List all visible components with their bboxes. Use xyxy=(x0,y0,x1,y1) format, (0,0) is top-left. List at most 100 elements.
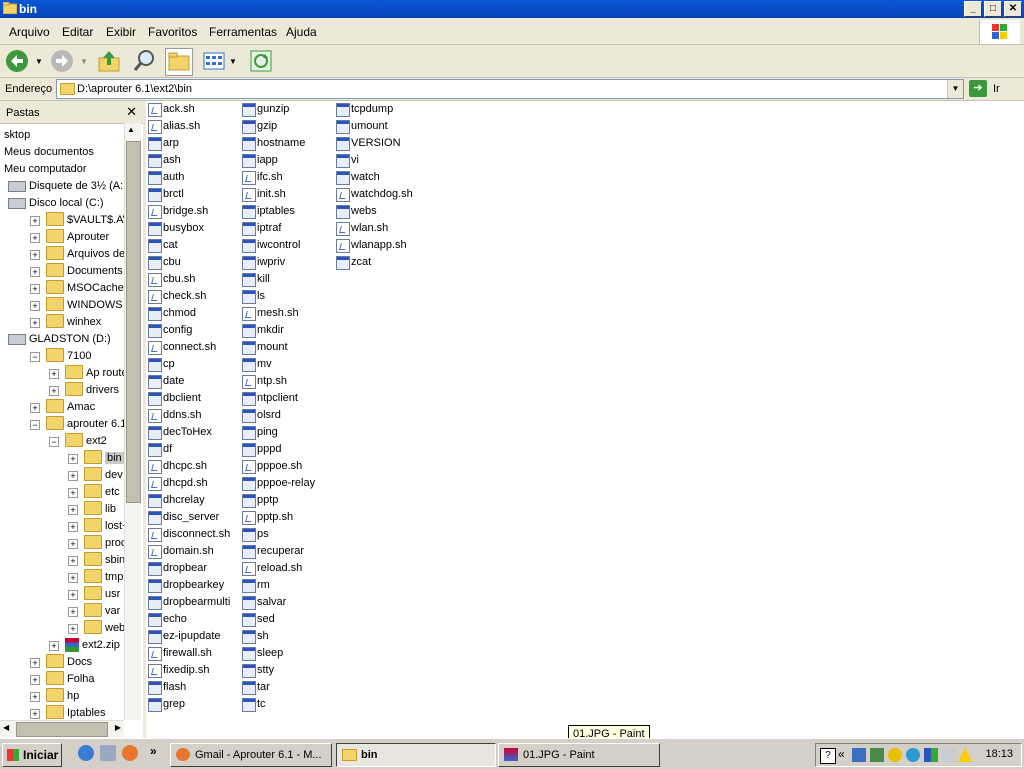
file-item[interactable]: disconnect.sh xyxy=(146,526,230,543)
file-item[interactable]: tcpdump xyxy=(334,101,413,118)
file-item[interactable]: kill xyxy=(240,271,315,288)
expand-icon[interactable]: + xyxy=(68,607,78,617)
scrollbar-thumb[interactable] xyxy=(126,141,141,503)
file-item[interactable]: ntpclient xyxy=(240,390,315,407)
file-item[interactable]: salvar xyxy=(240,594,315,611)
collapse-icon[interactable]: − xyxy=(49,437,59,447)
file-item[interactable]: gunzip xyxy=(240,101,315,118)
file-item[interactable]: dhcrelay xyxy=(146,492,230,509)
file-item[interactable]: umount xyxy=(334,118,413,135)
file-item[interactable]: sleep xyxy=(240,645,315,662)
back-icon[interactable] xyxy=(5,48,31,74)
maximize-button[interactable]: □ xyxy=(984,1,1002,17)
file-item[interactable]: chmod xyxy=(146,305,230,322)
file-item[interactable]: ash xyxy=(146,152,230,169)
expand-icon[interactable]: + xyxy=(30,284,40,294)
forward-dropdown-icon[interactable]: ▼ xyxy=(80,57,88,66)
scroll-right-icon[interactable]: ▶ xyxy=(115,723,121,732)
back-dropdown-icon[interactable]: ▼ xyxy=(35,57,43,66)
file-item[interactable]: ack.sh xyxy=(146,101,230,118)
file-item[interactable]: grep xyxy=(146,696,230,713)
file-item[interactable]: watch xyxy=(334,169,413,186)
file-item[interactable]: pppd xyxy=(240,441,315,458)
file-item[interactable]: sh xyxy=(240,628,315,645)
file-item[interactable]: webs xyxy=(334,203,413,220)
file-item[interactable]: config xyxy=(146,322,230,339)
file-item[interactable]: rm xyxy=(240,577,315,594)
file-item[interactable]: vi xyxy=(334,152,413,169)
go-button[interactable]: ➔ Ir xyxy=(969,80,1019,98)
folders-toggle-icon[interactable] xyxy=(165,48,193,76)
file-item[interactable]: mount xyxy=(240,339,315,356)
file-item[interactable]: stty xyxy=(240,662,315,679)
file-item[interactable]: olsrd xyxy=(240,407,315,424)
file-item[interactable]: cbu.sh xyxy=(146,271,230,288)
file-item[interactable]: pptp xyxy=(240,492,315,509)
file-item[interactable]: pppoe-relay xyxy=(240,475,315,492)
file-item[interactable]: tc xyxy=(240,696,315,713)
file-item[interactable]: firewall.sh xyxy=(146,645,230,662)
file-item[interactable]: wlan.sh xyxy=(334,220,413,237)
search-icon[interactable] xyxy=(132,48,158,74)
expand-icon[interactable]: + xyxy=(49,386,59,396)
file-item[interactable]: ping xyxy=(240,424,315,441)
close-button[interactable]: ✕ xyxy=(1004,1,1022,17)
file-item[interactable]: hostname xyxy=(240,135,315,152)
network-icon[interactable] xyxy=(852,748,866,762)
expand-icon[interactable]: + xyxy=(30,250,40,260)
file-item[interactable]: date xyxy=(146,373,230,390)
file-item[interactable]: auth xyxy=(146,169,230,186)
start-button[interactable]: Iniciar xyxy=(2,743,62,767)
expand-icon[interactable]: + xyxy=(30,318,40,328)
file-item[interactable]: mesh.sh xyxy=(240,305,315,322)
expand-icon[interactable]: + xyxy=(30,403,40,413)
firefox-icon[interactable] xyxy=(122,745,138,761)
file-item[interactable]: connect.sh xyxy=(146,339,230,356)
menu-favoritos[interactable]: Favoritos xyxy=(148,25,197,39)
expand-icon[interactable]: + xyxy=(68,539,78,549)
file-item[interactable]: df xyxy=(146,441,230,458)
title-bar[interactable]: bin _ □ ✕ xyxy=(0,0,1024,18)
file-item[interactable]: dhcpd.sh xyxy=(146,475,230,492)
file-item[interactable]: ntp.sh xyxy=(240,373,315,390)
menu-editar[interactable]: Editar xyxy=(62,25,93,39)
expand-icon[interactable]: + xyxy=(68,590,78,600)
file-item[interactable]: wlanapp.sh xyxy=(334,237,413,254)
file-item[interactable]: cat xyxy=(146,237,230,254)
file-item[interactable]: check.sh xyxy=(146,288,230,305)
chevron-down-icon[interactable]: ▼ xyxy=(947,80,963,98)
expand-icon[interactable]: + xyxy=(30,692,40,702)
vertical-scrollbar[interactable]: ▲ xyxy=(124,123,141,720)
file-item[interactable]: bridge.sh xyxy=(146,203,230,220)
file-item[interactable]: domain.sh xyxy=(146,543,230,560)
forward-icon[interactable] xyxy=(50,48,76,74)
expand-icon[interactable]: + xyxy=(68,505,78,515)
file-item[interactable]: tar xyxy=(240,679,315,696)
file-item[interactable]: dropbearkey xyxy=(146,577,230,594)
file-item[interactable]: arp xyxy=(146,135,230,152)
expand-icon[interactable]: + xyxy=(68,522,78,532)
antivirus-icon[interactable] xyxy=(870,748,884,762)
expand-icon[interactable]: + xyxy=(68,488,78,498)
file-item[interactable]: zcat xyxy=(334,254,413,271)
file-item[interactable]: fixedip.sh xyxy=(146,662,230,679)
warning-icon[interactable] xyxy=(958,748,972,762)
file-item[interactable]: pptp.sh xyxy=(240,509,315,526)
expand-icon[interactable]: + xyxy=(68,556,78,566)
bluetooth-icon[interactable] xyxy=(906,748,920,762)
file-item[interactable]: dropbearmulti xyxy=(146,594,230,611)
file-item[interactable]: iwcontrol xyxy=(240,237,315,254)
menu-ajuda[interactable]: Ajuda xyxy=(286,25,317,39)
file-item[interactable]: reload.sh xyxy=(240,560,315,577)
file-item[interactable]: busybox xyxy=(146,220,230,237)
file-item[interactable]: watchdog.sh xyxy=(334,186,413,203)
expand-icon[interactable]: + xyxy=(68,624,78,634)
collapse-icon[interactable]: − xyxy=(30,352,40,362)
file-item[interactable]: dropbear xyxy=(146,560,230,577)
file-item[interactable]: flash xyxy=(146,679,230,696)
file-item[interactable]: echo xyxy=(146,611,230,628)
expand-icon[interactable]: + xyxy=(30,709,40,719)
address-input[interactable]: D:\aprouter 6.1\ext2\bin ▼ xyxy=(56,79,964,99)
file-item[interactable]: alias.sh xyxy=(146,118,230,135)
horizontal-scrollbar[interactable]: ◀ ▶ xyxy=(0,720,124,737)
